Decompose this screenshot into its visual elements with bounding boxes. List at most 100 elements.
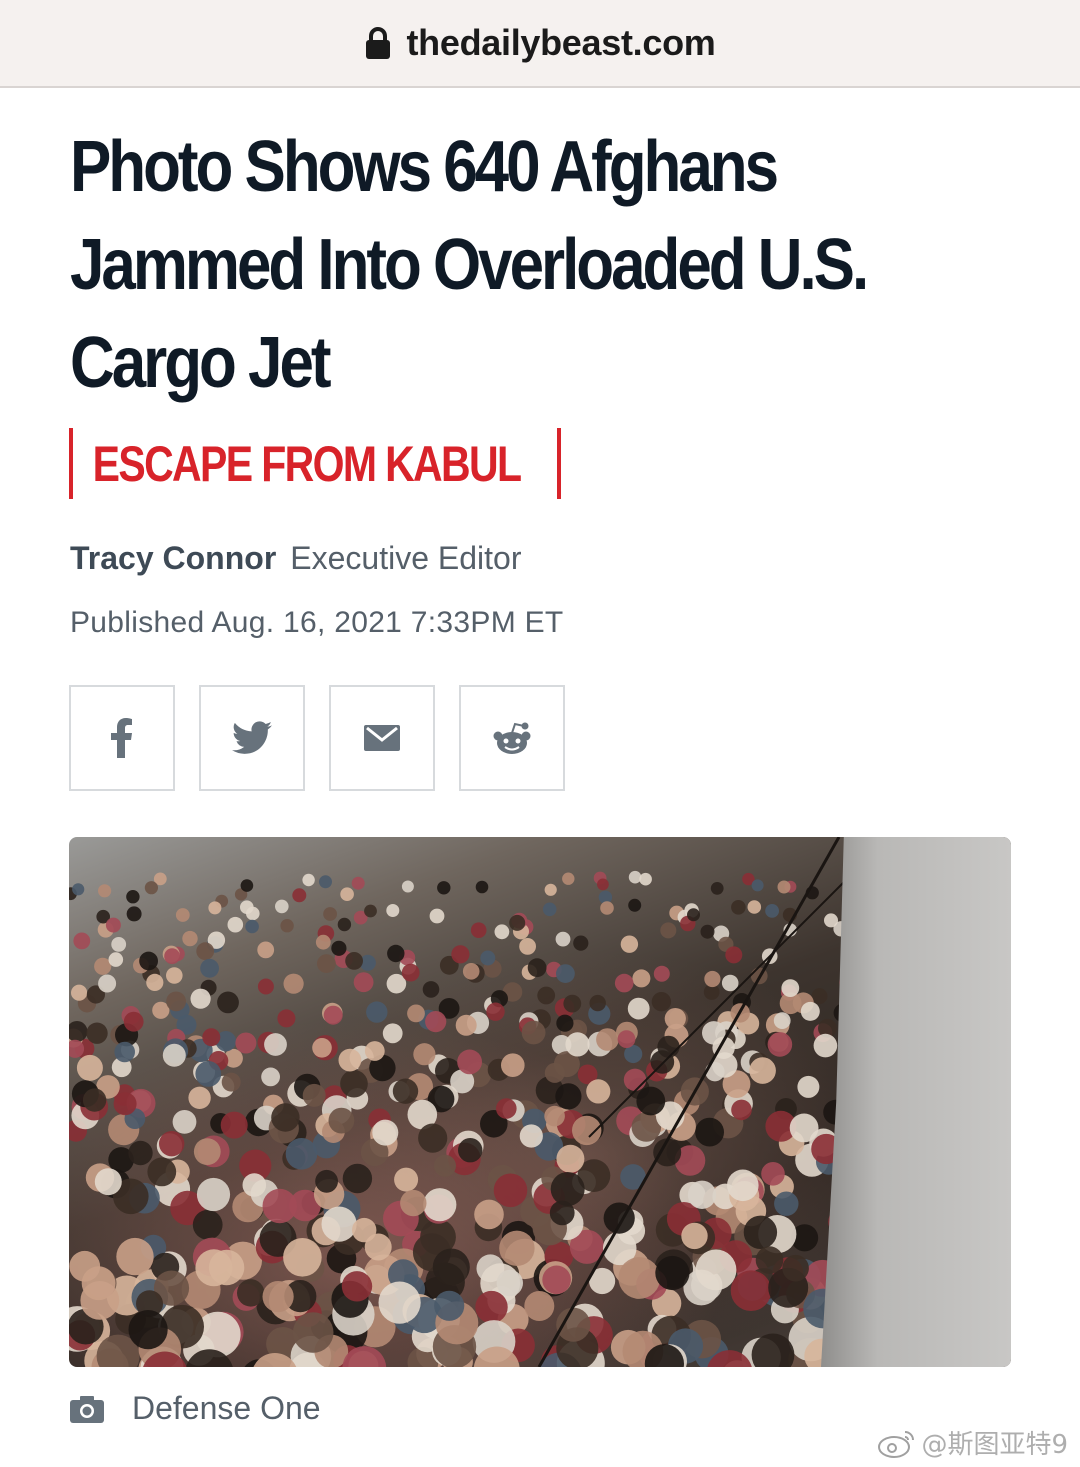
crowd-texture-dot: [144, 881, 158, 895]
crowd-texture-dot: [589, 994, 606, 1012]
crowd-texture-dot: [565, 1032, 590, 1057]
crowd-texture-dot: [317, 954, 336, 973]
crowd-texture-dot: [519, 1124, 543, 1148]
crowd-texture-dot: [382, 1023, 403, 1044]
crowd-texture-dot: [782, 1254, 809, 1282]
crowd-texture-dot: [632, 969, 651, 988]
crowd-texture-dot: [302, 1083, 326, 1107]
crowd-texture-dot: [623, 1068, 647, 1091]
crowd-texture-dot: [98, 884, 112, 898]
crowd-texture-dot: [617, 1030, 636, 1048]
crowd-texture-dot: [727, 1169, 759, 1202]
crowd-texture-dot: [562, 872, 575, 885]
weibo-logo-icon: [878, 1430, 915, 1458]
crowd-texture-dot: [221, 1072, 241, 1092]
crowd-texture-dot: [217, 991, 239, 1014]
crowd-texture-dot: [94, 1168, 122, 1196]
crowd-texture-dot: [537, 986, 556, 1005]
crowd-texture-dot: [378, 1281, 421, 1324]
crowd-texture-dot: [387, 944, 405, 963]
crowd-texture-dot: [731, 900, 746, 915]
crowd-texture-dot: [475, 880, 489, 894]
crowd-texture-dot: [509, 914, 526, 931]
crowd-texture-dot: [499, 1230, 535, 1266]
share-twitter-button[interactable]: [199, 685, 305, 791]
crowd-texture-dot: [563, 994, 582, 1013]
crowd-texture-dot: [687, 1180, 717, 1209]
crowd-texture-dot: [386, 904, 400, 917]
crowd-texture-dot: [126, 890, 140, 904]
crowd-texture-dot: [71, 984, 88, 1001]
crowd-texture-dot: [128, 1310, 168, 1350]
crowd-texture-dot: [597, 878, 609, 891]
share-reddit-button[interactable]: [459, 685, 565, 791]
crowd-texture-dot: [242, 1173, 267, 1197]
crowd-texture-dot: [166, 967, 183, 984]
crowd-texture-dot: [283, 1238, 322, 1277]
crowd-texture-dot: [328, 1107, 355, 1134]
crowd-texture-dot: [353, 972, 374, 993]
crowd-texture-dot: [555, 1083, 582, 1110]
crowd-texture-dot: [496, 1269, 523, 1297]
section-kicker[interactable]: ESCAPE FROM KABUL: [69, 428, 561, 499]
crowd-texture-dot: [653, 965, 670, 982]
crowd-texture-dot: [521, 1020, 546, 1045]
crowd-texture-dot: [139, 951, 158, 971]
crowd-texture-dot: [437, 881, 451, 895]
crowd-texture-dot: [340, 887, 354, 901]
crowd-texture-dot: [321, 1206, 357, 1242]
crowd-texture-dot: [519, 938, 536, 955]
crowd-texture-dot: [429, 908, 445, 924]
crowd-texture-dot: [86, 1022, 108, 1044]
crowd-texture-dot: [73, 932, 91, 950]
crowd-texture-dot: [761, 1162, 785, 1186]
crowd-texture-dot: [69, 1250, 101, 1282]
crowd-texture-dot: [196, 1177, 231, 1212]
crowd-texture-dot: [573, 935, 589, 951]
crowd-texture-dot: [556, 964, 575, 983]
kicker-text: ESCAPE FROM KABUL: [92, 435, 522, 492]
crowd-texture-dot: [285, 1138, 318, 1170]
crowd-texture-dot: [400, 1189, 427, 1217]
crowd-texture-dot: [193, 1138, 221, 1165]
crowd-texture-dot: [172, 1110, 197, 1134]
crowd-texture-dot: [240, 879, 254, 892]
crowd-texture-dot: [72, 883, 85, 896]
crowd-texture-dot: [747, 900, 762, 914]
crowd-texture-dot: [781, 979, 800, 997]
browser-address-bar[interactable]: thedailybeast.com: [0, 0, 1080, 88]
crowd-texture-dot: [337, 917, 352, 932]
crowd-texture-dot: [401, 963, 420, 982]
crowd-texture-dot: [98, 974, 117, 993]
share-facebook-button[interactable]: [69, 685, 175, 791]
crowd-texture-dot: [620, 935, 639, 953]
crowd-texture-dot: [338, 1048, 362, 1072]
crowd-texture-dot: [116, 1237, 154, 1276]
crowd-texture-dot: [434, 1290, 465, 1321]
crowd-texture-dot: [292, 1312, 334, 1353]
crowd-texture-dot: [202, 1028, 221, 1047]
crowd-texture-dot: [556, 1144, 585, 1173]
crowd-texture-dot: [789, 1113, 819, 1143]
crowd-texture-dot: [162, 1043, 186, 1067]
reddit-icon: [493, 722, 531, 754]
crowd-texture-dot: [407, 1004, 425, 1023]
crowd-texture-dot: [544, 883, 557, 896]
author-name[interactable]: Tracy Connor: [70, 540, 276, 576]
share-email-button[interactable]: [329, 685, 435, 791]
crowd-texture-dot: [751, 879, 764, 892]
crowd-texture-dot: [315, 934, 331, 950]
crowd-texture-dot: [364, 904, 377, 918]
crowd-texture-dot: [257, 978, 274, 995]
crowd-texture-dot: [474, 1199, 504, 1230]
article-hero-photo[interactable]: [69, 837, 1011, 1367]
crowd-texture-dot: [82, 1088, 107, 1112]
crowd-texture-dot: [614, 973, 634, 993]
camera-icon: [70, 1395, 104, 1423]
share-bar: [69, 685, 565, 791]
crowd-texture-dot: [147, 1157, 177, 1187]
crowd-texture-dot: [586, 1079, 611, 1104]
crowd-texture-dot: [710, 882, 724, 895]
photo-credit: Defense One: [132, 1390, 321, 1426]
crowd-texture-dot: [277, 1009, 296, 1028]
